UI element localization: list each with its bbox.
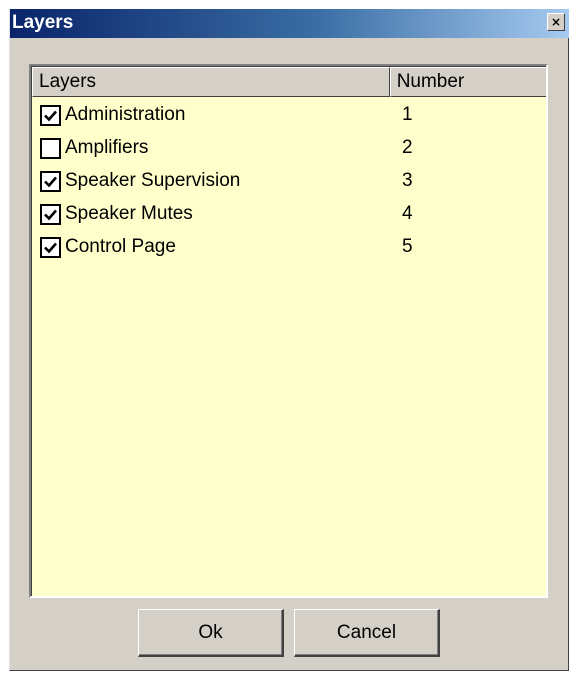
dialog-title: Layers — [12, 12, 74, 33]
list-item[interactable]: Amplifiers 2 — [32, 132, 546, 165]
title-bar[interactable]: Layers × — [10, 9, 569, 38]
list-item[interactable]: Speaker Supervision 3 — [32, 165, 546, 198]
list-rows: Administration 1 Amplifiers 2 Speaker Su… — [32, 99, 546, 264]
layer-number: 4 — [402, 203, 413, 224]
layer-number: 3 — [402, 170, 413, 191]
checkmark-icon — [44, 242, 57, 254]
layer-checkbox[interactable] — [40, 237, 61, 258]
column-header-number[interactable]: Number — [389, 67, 546, 97]
list-header: Layers Number — [32, 67, 546, 97]
checkmark-icon — [44, 110, 57, 122]
layer-name: Administration — [65, 104, 186, 125]
layer-checkbox[interactable] — [40, 171, 61, 192]
layer-name: Speaker Mutes — [65, 203, 193, 224]
layer-number: 1 — [402, 104, 413, 125]
cancel-button[interactable]: Cancel — [294, 609, 440, 657]
layer-checkbox[interactable] — [40, 204, 61, 225]
list-item[interactable]: Speaker Mutes 4 — [32, 198, 546, 231]
checkmark-icon — [44, 176, 57, 188]
layer-name: Control Page — [65, 236, 176, 257]
layer-checkbox[interactable] — [40, 138, 61, 159]
layer-name: Speaker Supervision — [65, 170, 241, 191]
layer-name: Amplifiers — [65, 137, 149, 158]
column-header-layers[interactable]: Layers — [32, 67, 390, 97]
layers-dialog: Layers × Layers Number Administration 1 … — [9, 9, 569, 671]
layer-number: 5 — [402, 236, 413, 257]
close-icon: × — [550, 15, 562, 29]
layers-list[interactable]: Layers Number Administration 1 Amplifier… — [29, 64, 548, 598]
list-item[interactable]: Administration 1 — [32, 99, 546, 132]
ok-button[interactable]: Ok — [138, 609, 284, 657]
list-item[interactable]: Control Page 5 — [32, 231, 546, 264]
layer-number: 2 — [402, 137, 413, 158]
layer-checkbox[interactable] — [40, 105, 61, 126]
close-button[interactable]: × — [547, 13, 565, 31]
checkmark-icon — [44, 209, 57, 221]
